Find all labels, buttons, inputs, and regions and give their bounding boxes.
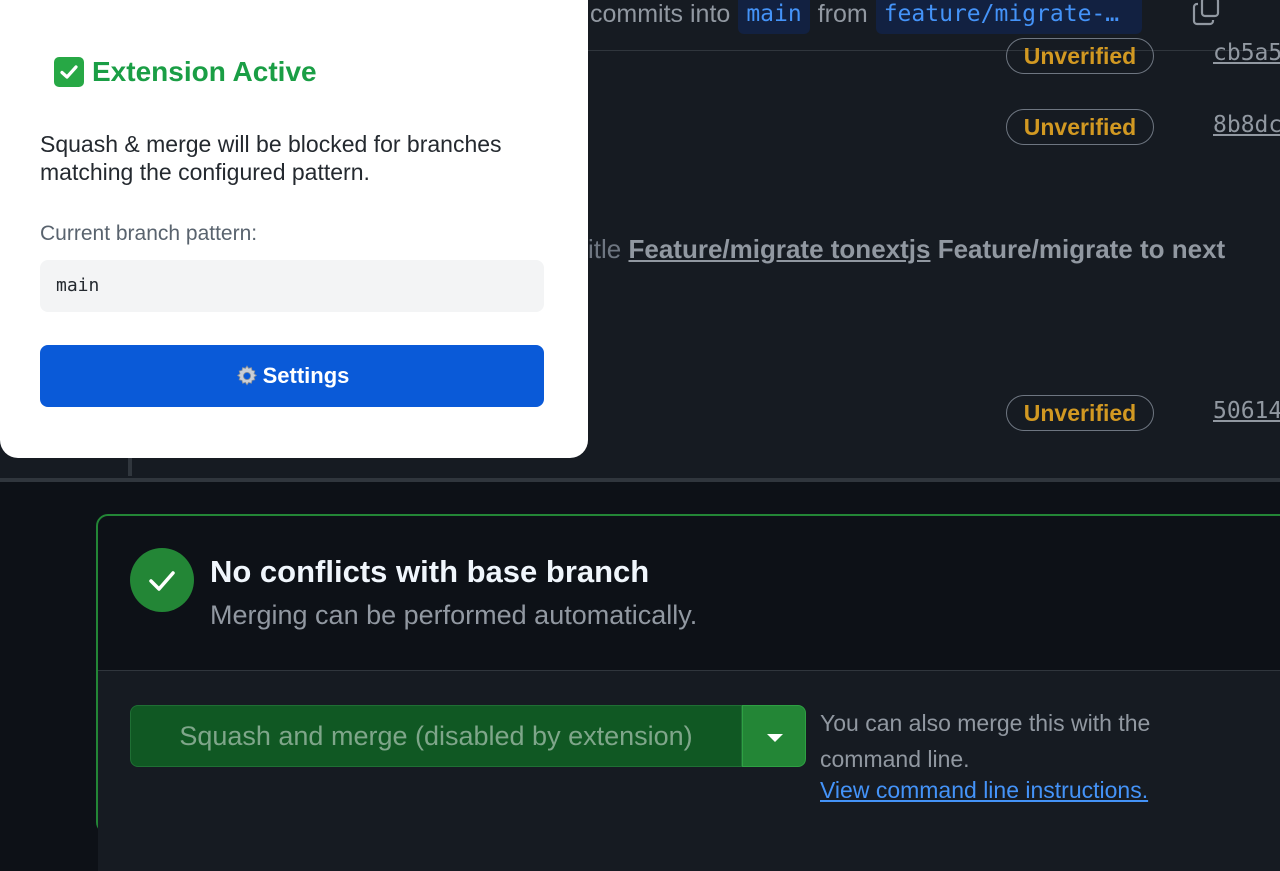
- check-circle-icon: [130, 548, 194, 612]
- squash-and-merge-button[interactable]: Squash and merge (disabled by extension): [130, 705, 742, 767]
- merge-actions: Squash and merge (disabled by extension)…: [98, 671, 1280, 871]
- verification-badge[interactable]: Unverified: [1006, 109, 1154, 145]
- merge-status-title: No conflicts with base branch: [210, 554, 650, 589]
- timeline-divider: [0, 478, 1280, 482]
- extension-status-text: Extension Active: [92, 56, 317, 87]
- command-line-hint: You can also merge this with the command…: [820, 710, 1151, 772]
- extension-status: Extension Active: [54, 56, 317, 88]
- new-title: Feature/migrate to next: [937, 234, 1226, 264]
- commit-sha-link[interactable]: 50614: [1213, 398, 1280, 424]
- verification-badge[interactable]: Unverified: [1006, 38, 1154, 74]
- merge-box: No conflicts with base branch Merging ca…: [96, 514, 1280, 871]
- merge-status-header: No conflicts with base branch Merging ca…: [98, 516, 1280, 671]
- extension-description: Squash & merge will be blocked for branc…: [40, 131, 502, 185]
- base-branch-tag[interactable]: main: [738, 0, 810, 34]
- extension-popup: Extension Active Squash & merge will be …: [0, 0, 588, 458]
- check-mark-button-icon: [54, 57, 84, 87]
- pr-branch-info: commits into main from feature/migrate-…: [590, 0, 1150, 34]
- gear-icon: [236, 365, 257, 386]
- settings-button[interactable]: Settings: [40, 345, 544, 407]
- commit-sha-link[interactable]: 8b8dc: [1213, 112, 1280, 138]
- pr-header: commits into main from feature/migrate-…: [588, 0, 1280, 51]
- merge-status-subtitle: Merging can be performed automatically.: [210, 600, 698, 630]
- verification-badge[interactable]: Unverified: [1006, 395, 1154, 431]
- pattern-label: Current branch pattern:: [40, 222, 258, 245]
- commits-into-text: commits into: [590, 0, 731, 28]
- settings-button-label: Settings: [262, 363, 350, 388]
- branch-pattern-field: main: [40, 260, 544, 312]
- copy-icon[interactable]: [1192, 0, 1222, 26]
- head-branch-tag[interactable]: feature/migrate-…: [875, 0, 1142, 34]
- merge-method-dropdown-button[interactable]: [742, 705, 806, 767]
- from-text: from: [817, 0, 868, 28]
- title-change-event: itle Feature/migrate tonextjs Feature/mi…: [588, 234, 1225, 265]
- old-title: Feature/migrate tonextjs: [628, 234, 931, 264]
- title-change-prefix: itle: [588, 234, 622, 264]
- commit-sha-link[interactable]: cb5a5: [1213, 40, 1280, 66]
